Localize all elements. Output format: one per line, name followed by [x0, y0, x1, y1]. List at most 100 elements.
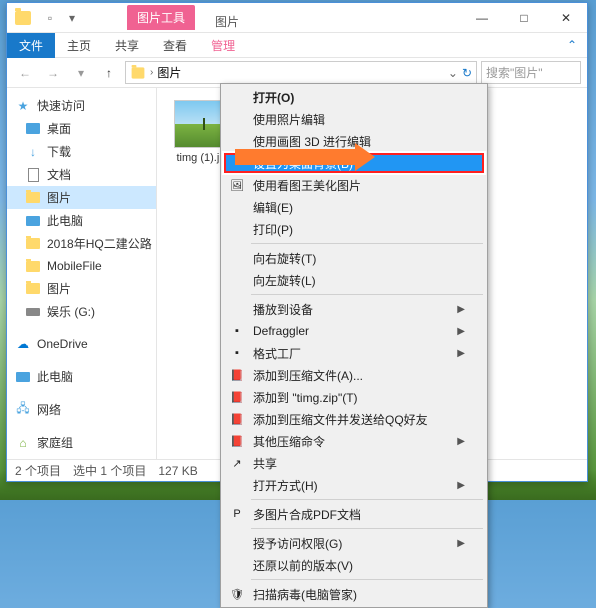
menu-item-label: 添加到压缩文件并发送给QQ好友 — [253, 411, 428, 428]
menu-item-label: 播放到设备 — [253, 301, 313, 318]
menu-separator — [251, 294, 483, 295]
menu-item-label: 授予访问权限(G) — [253, 535, 342, 552]
menu-item-label: 共享 — [253, 455, 277, 472]
menu-item-icon: ▪ — [229, 323, 245, 339]
sidebar-item[interactable]: 娱乐 (G:) — [7, 300, 156, 323]
menu-item-label: 添加到压缩文件(A)... — [253, 367, 363, 384]
sidebar-item-label: 2018年HQ二建公路 — [47, 235, 152, 252]
tab-home[interactable]: 主页 — [55, 33, 103, 58]
menu-item-label: 多图片合成PDF文档 — [253, 506, 361, 523]
menu-item-label: 使用看图王美化图片 — [253, 177, 361, 194]
context-menu-item[interactable]: 编辑(E) — [223, 196, 485, 218]
menu-item-label: 向左旋转(L) — [253, 272, 316, 289]
sidebar-item[interactable]: ↓下载 — [7, 140, 156, 163]
tab-share[interactable]: 共享 — [103, 33, 151, 58]
menu-item-label: 添加到 "timg.zip"(T) — [253, 389, 358, 406]
tab-manage[interactable]: 管理 — [199, 33, 247, 58]
menu-item-label: 打开方式(H) — [253, 477, 318, 494]
sidebar-label: OneDrive — [37, 337, 88, 351]
tab-file[interactable]: 文件 — [7, 33, 55, 58]
homegroup-icon: ⌂ — [15, 435, 31, 451]
context-menu-item[interactable]: 🖼 使用看图王美化图片 — [223, 174, 485, 196]
submenu-arrow-icon: ▶ — [457, 348, 465, 359]
submenu-arrow-icon: ▶ — [457, 538, 465, 549]
context-menu-item[interactable]: ▪Defraggler▶ — [223, 320, 485, 342]
refresh-icon[interactable]: ↻ — [462, 66, 472, 80]
menu-separator — [251, 579, 483, 580]
menu-item-label: 使用照片编辑 — [253, 111, 325, 128]
context-menu-item[interactable]: 使用照片编辑 — [223, 108, 485, 130]
sidebar-homegroup[interactable]: ⌂ 家庭组 — [7, 431, 156, 454]
submenu-arrow-icon: ▶ — [457, 304, 465, 315]
sidebar-label: 网络 — [37, 401, 61, 418]
sidebar-item-label: MobileFile — [47, 259, 102, 273]
context-menu-item[interactable]: 打开方式(H)▶ — [223, 474, 485, 496]
address-input[interactable]: › 图片 ⌄ ↻ — [125, 61, 477, 84]
sidebar-item-label: 此电脑 — [47, 212, 83, 229]
sidebar-label: 快速访问 — [37, 97, 85, 114]
context-menu-item[interactable]: 授予访问权限(G) ▶ — [223, 532, 485, 554]
folder-icon — [132, 67, 145, 78]
menu-item-label: 其他压缩命令 — [253, 433, 325, 450]
maximize-button[interactable]: □ — [503, 3, 545, 33]
context-menu-item[interactable]: 打印(P) — [223, 218, 485, 240]
sidebar-quick-access[interactable]: ★ 快速访问 — [7, 94, 156, 117]
tab-view[interactable]: 查看 — [151, 33, 199, 58]
search-input[interactable]: 搜索"图片" — [481, 61, 581, 84]
menu-item-icon: 📕 — [229, 389, 245, 405]
network-icon: 🖧 — [15, 402, 31, 418]
qat-item[interactable]: ▫ — [41, 9, 59, 27]
sidebar-item-label: 娱乐 (G:) — [47, 303, 95, 320]
context-menu-item[interactable]: 向右旋转(T) — [223, 247, 485, 269]
sidebar-item[interactable]: 文档 — [7, 163, 156, 186]
context-menu-item[interactable]: ↗共享 — [223, 452, 485, 474]
minimize-button[interactable]: — — [461, 3, 503, 33]
sidebar-thispc[interactable]: 此电脑 — [7, 365, 156, 388]
close-button[interactable]: ✕ — [545, 3, 587, 33]
ribbon-expand-icon[interactable]: ⌃ — [557, 38, 587, 52]
menu-item-label: 格式工厂 — [253, 345, 301, 362]
back-button[interactable]: ← — [13, 61, 37, 85]
folder-icon — [25, 190, 41, 206]
forward-button[interactable]: → — [41, 61, 65, 85]
context-menu-item[interactable]: P多图片合成PDF文档 — [223, 503, 485, 525]
menu-item-icon: 🖼 — [229, 177, 245, 193]
sidebar-item[interactable]: 此电脑 — [7, 209, 156, 232]
sidebar-label: 此电脑 — [37, 368, 73, 385]
context-menu-item[interactable]: 📕添加到压缩文件并发送给QQ好友 — [223, 408, 485, 430]
chevron-down-icon[interactable]: ⌄ — [448, 66, 458, 80]
sidebar-onedrive[interactable]: ☁ OneDrive — [7, 333, 156, 355]
sidebar-network[interactable]: 🖧 网络 — [7, 398, 156, 421]
context-menu-item[interactable]: 🛡扫描病毒(电脑管家) — [223, 583, 485, 605]
sidebar-item[interactable]: 图片 — [7, 277, 156, 300]
submenu-arrow-icon: ▶ — [457, 326, 465, 337]
annotation-arrow — [235, 143, 375, 171]
context-menu-item[interactable]: 📕其他压缩命令▶ — [223, 430, 485, 452]
pc-icon — [15, 369, 31, 385]
sidebar-item[interactable]: MobileFile — [7, 255, 156, 277]
sidebar-item[interactable]: 桌面 — [7, 117, 156, 140]
context-menu-item[interactable]: 📕 添加到 "timg.zip"(T) — [223, 386, 485, 408]
history-dropdown-icon[interactable]: ▾ — [69, 61, 93, 85]
menu-item-icon: 📕 — [229, 367, 245, 383]
menu-item-icon: 🛡 — [229, 586, 245, 602]
contextual-tab[interactable]: 图片工具 — [127, 5, 195, 30]
context-menu-item[interactable]: 向左旋转(L) — [223, 269, 485, 291]
context-menu-item[interactable]: 打开(O) — [223, 86, 485, 108]
desktop-icon — [25, 121, 41, 137]
sidebar-item[interactable]: 2018年HQ二建公路 — [7, 232, 156, 255]
window-title: 图片 — [215, 13, 239, 30]
menu-separator — [251, 243, 483, 244]
context-menu-item[interactable]: 还原以前的版本(V) — [223, 554, 485, 576]
context-menu-item[interactable]: ▪格式工厂▶ — [223, 342, 485, 364]
up-button[interactable]: ↑ — [97, 61, 121, 85]
context-menu-item[interactable]: 📕 添加到压缩文件(A)... — [223, 364, 485, 386]
breadcrumb-segment[interactable]: 图片 — [157, 64, 181, 81]
sidebar-item[interactable]: 图片 — [7, 186, 156, 209]
titlebar: ▫ ▾ 图片工具 图片 — □ ✕ — [7, 3, 587, 33]
context-menu-item[interactable]: 播放到设备 ▶ — [223, 298, 485, 320]
cloud-icon: ☁ — [15, 336, 31, 352]
folder-icon — [25, 236, 41, 252]
search-placeholder: 搜索"图片" — [486, 64, 543, 81]
qat-dropdown-icon[interactable]: ▾ — [63, 9, 81, 27]
